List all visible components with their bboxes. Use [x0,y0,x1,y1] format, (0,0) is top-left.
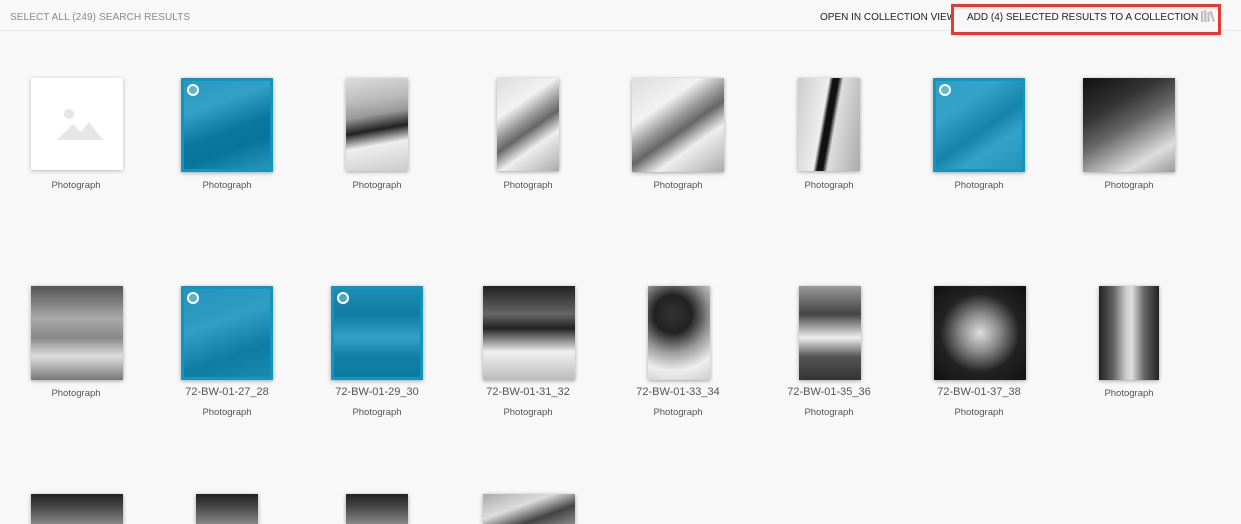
result-thumbnail[interactable] [648,286,710,380]
result-thumbnail[interactable] [31,286,123,380]
result-thumbnail[interactable] [933,78,1025,172]
result-thumbnail[interactable] [196,494,258,524]
result-thumbnail[interactable] [483,286,575,380]
result-type: Photograph [352,407,402,418]
result-type: Photograph [804,180,854,191]
result-title[interactable]: 72-BW-01-35_36 [754,386,904,398]
result-thumbnail[interactable] [31,494,123,524]
selection-checkbox[interactable] [187,84,199,96]
result-thumbnail[interactable] [1099,286,1159,380]
result-thumbnail[interactable] [181,286,273,380]
result-type: Photograph [954,407,1004,418]
result-thumbnail[interactable] [483,494,575,524]
selection-checkbox[interactable] [939,84,951,96]
result-title[interactable]: 72-BW-01-37_38 [904,386,1054,398]
result-type: Photograph [202,407,252,418]
add-selected-label: ADD (4) SELECTED RESULTS TO A COLLECTION [967,12,1199,23]
select-all-button[interactable]: SELECT ALL (249) SEARCH RESULTS [10,12,190,23]
result-thumbnail[interactable] [1083,78,1175,172]
selection-checkbox[interactable] [187,292,199,304]
library-books-icon [1201,10,1217,25]
result-title[interactable]: 72-BW-01-27_28 [152,386,302,398]
result-type: Photograph [51,180,101,191]
result-type: Photograph [1104,180,1154,191]
result-type: Photograph [503,180,553,191]
result-title[interactable]: 72-BW-01-33_34 [603,386,753,398]
add-selected-to-collection-button[interactable]: ADD (4) SELECTED RESULTS TO A COLLECTION [951,4,1221,35]
result-thumbnail[interactable] [346,494,408,524]
image-placeholder-icon [57,109,103,140]
selection-checkbox[interactable] [337,292,349,304]
result-type: Photograph [202,180,252,191]
result-thumbnail[interactable] [497,78,559,171]
result-type: Photograph [653,407,703,418]
result-title[interactable]: 72-BW-01-29_30 [302,386,452,398]
open-in-collection-view-button[interactable]: OPEN IN COLLECTION VIEW [820,12,956,23]
result-type: Photograph [1104,388,1154,399]
result-thumbnail[interactable] [798,78,860,171]
result-thumbnail[interactable] [181,78,273,172]
result-type: Photograph [653,180,703,191]
result-type: Photograph [804,407,854,418]
result-type: Photograph [503,407,553,418]
result-thumbnail[interactable] [346,78,408,171]
result-thumbnail[interactable] [934,286,1026,380]
result-type: Photograph [352,180,402,191]
result-title[interactable]: 72-BW-01-31_32 [453,386,603,398]
result-thumbnail[interactable] [799,286,861,380]
result-type: Photograph [954,180,1004,191]
result-thumbnail[interactable] [632,78,724,172]
result-type: Photograph [51,388,101,399]
result-thumbnail[interactable] [31,78,123,170]
result-thumbnail[interactable] [331,286,423,380]
